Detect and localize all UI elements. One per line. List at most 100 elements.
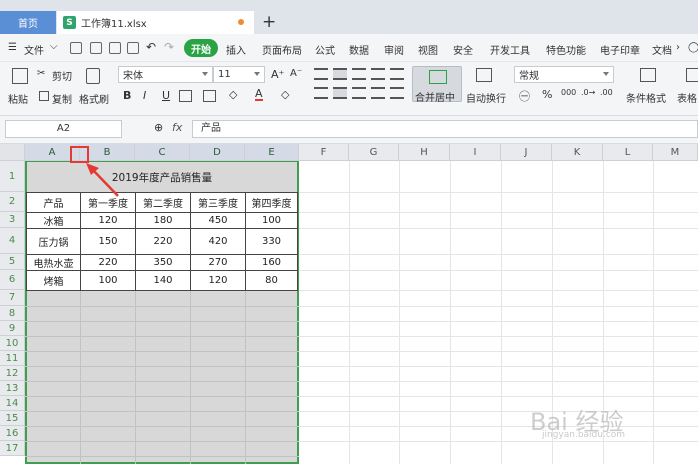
menu-doc[interactable]: 文档 [652,42,672,57]
align-right-icon[interactable] [352,87,366,99]
row-header-8[interactable]: 8 [0,306,25,321]
cell-e5[interactable]: 160 [245,254,298,271]
cell-d2[interactable]: 第三季度 [190,192,246,213]
cell-d3[interactable]: 450 [190,212,246,229]
print-icon[interactable] [109,42,121,54]
column-header-c[interactable]: C [135,144,190,161]
eraser-icon[interactable]: ◇ [281,88,289,101]
cell-d5[interactable]: 270 [190,254,246,271]
cell-e4[interactable]: 330 [245,228,298,255]
menu-review[interactable]: 审阅 [384,42,404,57]
border-icon[interactable] [179,90,192,102]
brush-icon[interactable] [86,68,100,84]
row-header-13[interactable]: 13 [0,381,25,396]
table-style-button[interactable]: 表格 [677,90,697,105]
paste-icon[interactable] [12,68,28,84]
scissors-icon[interactable]: ✂ [37,68,45,79]
cell-d4[interactable]: 420 [190,228,246,255]
thousands-icon[interactable]: 000 [561,88,576,97]
row-header-6[interactable]: 6 [0,270,25,290]
row-header-2[interactable]: 2 [0,192,25,212]
cell-c4[interactable]: 220 [135,228,191,255]
cell-a6[interactable]: 烤箱 [26,270,81,291]
menu-view[interactable]: 视图 [418,42,438,57]
menu-features[interactable]: 特色功能 [546,42,586,57]
column-header-m[interactable]: M [653,144,698,161]
row-header-3[interactable]: 3 [0,212,25,228]
bold-button[interactable]: B [123,89,131,102]
cell-e3[interactable]: 100 [245,212,298,229]
menu-file[interactable]: 文件 [24,42,44,57]
cell-b5[interactable]: 220 [80,254,136,271]
row-header-9[interactable]: 9 [0,321,25,336]
justify-icon[interactable] [371,87,385,99]
cell-c6[interactable]: 140 [135,270,191,291]
row-header-7[interactable]: 7 [0,290,25,306]
cell-b3[interactable]: 120 [80,212,136,229]
distribute-icon[interactable] [390,87,404,99]
row-header-11[interactable]: 11 [0,351,25,366]
grow-font-icon[interactable]: A⁺ [271,68,284,81]
print-preview-icon[interactable] [127,42,139,54]
shrink-font-icon[interactable]: A⁻ [290,68,302,79]
redo-icon[interactable]: ↷ [164,40,174,54]
menu-formula[interactable]: 公式 [315,42,335,57]
font-size-select[interactable]: 11 [213,66,265,83]
increase-decimal-icon[interactable]: .0→ [581,88,595,97]
cell-a5[interactable]: 电热水壶 [26,254,81,271]
conditional-format-button[interactable]: 条件格式 [626,90,666,105]
cell-e2[interactable]: 第四季度 [245,192,298,213]
column-header-j[interactable]: J [501,144,552,161]
fill-color-icon[interactable]: ◇ [229,88,237,101]
conditional-format-icon[interactable] [640,68,656,82]
fill-style-icon[interactable] [203,90,216,102]
new-tab-button[interactable]: + [262,12,276,32]
column-header-i[interactable]: I [450,144,501,161]
menu-e-seal[interactable]: 电子印章 [600,42,640,57]
name-box[interactable]: A2 [5,120,122,138]
cell-b6[interactable]: 100 [80,270,136,291]
row-header-12[interactable]: 12 [0,366,25,381]
row-header-14[interactable]: 14 [0,396,25,411]
cell-a3[interactable]: 冰箱 [26,212,81,229]
row-header-17[interactable]: 17 [0,441,25,456]
hamburger-icon[interactable]: ☰ [8,42,17,53]
export-icon[interactable] [90,42,102,54]
tab-workbook[interactable]: S 工作簿11.xlsx [57,11,254,34]
indent-decrease-icon[interactable] [371,68,385,80]
select-all-corner[interactable] [0,144,25,161]
table-style-icon[interactable] [686,68,698,82]
column-header-h[interactable]: H [399,144,450,161]
row-header-15[interactable]: 15 [0,411,25,426]
font-name-select[interactable]: 宋体 [118,66,213,83]
percent-button[interactable]: % [542,88,552,101]
zoom-search-icon[interactable]: ⊕ [154,121,163,134]
indent-increase-icon[interactable] [390,68,404,80]
italic-button[interactable]: I [143,89,146,102]
tab-home[interactable]: 首页 [0,11,56,34]
align-center-icon[interactable] [333,87,347,99]
menu-developer[interactable]: 开发工具 [490,42,530,57]
menu-page-layout[interactable]: 页面布局 [262,42,302,57]
paste-button[interactable]: 粘贴 [8,91,28,106]
save-icon[interactable] [70,42,82,54]
align-middle-icon[interactable] [333,68,347,80]
column-header-k[interactable]: K [552,144,603,161]
chevron-down-icon[interactable]: ⌵ [50,41,58,52]
column-header-e[interactable]: E [245,144,299,161]
menu-insert[interactable]: 插入 [226,42,246,57]
underline-button[interactable]: U [162,89,170,102]
menu-security[interactable]: 安全 [453,42,473,57]
align-bottom-icon[interactable] [352,68,366,80]
formula-input[interactable]: 产品 [192,120,698,138]
search-icon[interactable]: ◯ [688,42,698,53]
column-header-d[interactable]: D [190,144,245,161]
cell-c5[interactable]: 350 [135,254,191,271]
row-header-5[interactable]: 5 [0,254,25,270]
row-header-10[interactable]: 10 [0,336,25,351]
row-header-16[interactable]: 16 [0,426,25,441]
format-painter-button[interactable]: 格式刷 [79,91,109,106]
column-header-l[interactable]: L [603,144,653,161]
cut-button[interactable]: 剪切 [52,68,72,83]
cell-e6[interactable]: 80 [245,270,298,291]
